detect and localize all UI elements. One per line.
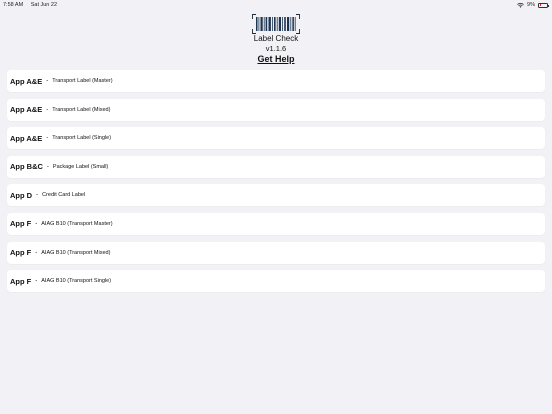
item-app-name: App B&C xyxy=(10,162,43,172)
label-list-item[interactable]: App F - AIAG B10 (Transport Mixed) xyxy=(7,241,545,264)
item-description: AIAG B10 (Transport Mixed) xyxy=(41,249,111,256)
item-description: AIAG B10 (Transport Master) xyxy=(41,220,113,227)
status-left: 7:58 AM Sat Jun 22 xyxy=(3,2,63,8)
item-separator: - xyxy=(46,78,49,84)
item-separator: - xyxy=(35,249,38,256)
label-list-item[interactable]: App A&E - Transport Label (Master) xyxy=(7,70,545,92)
item-app-name: App F xyxy=(10,276,32,286)
status-time: 7:58 AM xyxy=(3,2,24,8)
item-description: Transport Label (Mixed) xyxy=(52,106,111,113)
wifi-icon xyxy=(517,2,524,8)
item-app-name: App A&E xyxy=(10,76,43,86)
label-list-item[interactable]: App B&C - Package Label (Small) xyxy=(7,155,545,178)
app-version: v1.1.6 xyxy=(265,44,287,53)
item-app-name: App A&E xyxy=(10,105,43,115)
item-separator: - xyxy=(35,220,38,227)
item-app-name: App F xyxy=(10,248,32,258)
get-help-link[interactable]: Get Help xyxy=(257,54,294,64)
battery-icon xyxy=(538,2,549,8)
item-description: Package Label (Small) xyxy=(52,163,109,170)
label-list-item[interactable]: App F - AIAG B10 (Transport Master) xyxy=(7,212,545,235)
status-date: Sat Jun 22 xyxy=(30,2,58,8)
item-description: AIAG B10 (Transport Single) xyxy=(41,278,112,285)
item-description: Transport Label (Master) xyxy=(52,78,113,84)
item-app-name: App D xyxy=(10,190,33,200)
status-right: 9% xyxy=(517,2,549,8)
label-list-item[interactable]: App A&E - Transport Label (Mixed) xyxy=(7,98,545,121)
app-title: Label Check xyxy=(253,34,299,43)
item-separator: - xyxy=(36,192,39,199)
help-row: Get Help xyxy=(0,54,552,64)
item-separator: - xyxy=(46,135,49,142)
item-separator: - xyxy=(46,163,49,170)
status-bar: 7:58 AM Sat Jun 22 9% xyxy=(0,0,552,10)
item-app-name: App F xyxy=(10,219,32,229)
label-list-item[interactable]: App F - AIAG B10 (Transport Single) xyxy=(7,270,545,293)
label-list-item[interactable]: App A&E - Transport Label (Single) xyxy=(7,127,545,150)
item-separator: - xyxy=(35,278,38,285)
battery-percent: 9% xyxy=(527,2,535,8)
item-app-name: App A&E xyxy=(10,133,43,143)
item-description: Transport Label (Single) xyxy=(52,135,112,142)
item-separator: - xyxy=(46,106,49,113)
barcode-icon xyxy=(252,14,300,34)
battery-fill xyxy=(539,4,541,6)
label-list-item[interactable]: App D - Credit Card Label xyxy=(7,184,545,207)
label-list: App A&E - Transport Label (Master) App A&E -… xyxy=(7,70,545,299)
item-description: Credit Card Label xyxy=(42,192,86,199)
